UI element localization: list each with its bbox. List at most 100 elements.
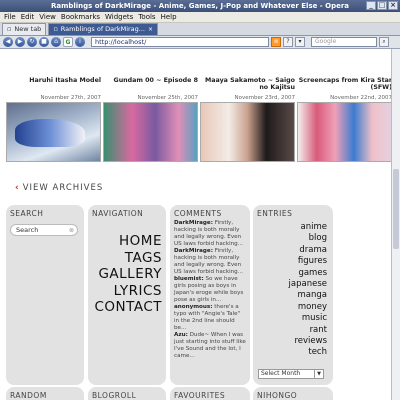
window-controls: _ □ × [366, 1, 398, 10]
maximize-icon[interactable]: □ [377, 1, 387, 10]
archive-month-select[interactable]: Select Month ▼ [258, 369, 324, 379]
category-music[interactable]: music [289, 313, 327, 324]
post-title[interactable]: Screencaps from Kira Star (SFW) [297, 77, 392, 94]
navigation-widget: NAVIGATION HOME TAGS GALLERY LYRICS CONT… [88, 205, 166, 385]
tab-label: New tab [14, 25, 42, 33]
page-icon: ▫ [7, 25, 12, 33]
category-blog[interactable]: blog [289, 233, 327, 244]
help-icon[interactable]: ? [283, 37, 293, 47]
search-engine-input[interactable]: Google [311, 37, 377, 47]
view-archives-link[interactable]: ‹ VIEW ARCHIVES [15, 183, 103, 193]
comments-list: DarkMirage: Firstly, hacking is both mor… [170, 218, 250, 362]
dropdown-icon[interactable]: ▾ [295, 37, 305, 47]
view-archives-label: VIEW ARCHIVES [22, 183, 104, 193]
stop-icon[interactable]: ■ [39, 37, 49, 47]
menu-bookmarks[interactable]: Bookmarks [61, 12, 100, 22]
vertical-scrollbar[interactable] [391, 49, 400, 400]
menu-widgets[interactable]: Widgets [105, 12, 133, 22]
page-icon: ▫ [53, 25, 58, 33]
comment-author[interactable]: anonymous: [174, 304, 212, 310]
category-rant[interactable]: rant [289, 325, 327, 336]
category-figures[interactable]: figures [289, 256, 327, 267]
menu-tools[interactable]: Tools [138, 12, 155, 22]
post-thumbnail[interactable] [103, 102, 198, 162]
tab-ramblings[interactable]: ▫ Ramblings of DarkMirag... × [48, 23, 159, 35]
post-title[interactable]: Maaya Sakamoto ~ Saigo no Kajitsu [200, 77, 295, 94]
nav-contact[interactable]: CONTACT [94, 299, 162, 316]
entries-list: anime blog drama figures games japanese … [289, 222, 327, 359]
comment-item[interactable]: bluemist: So we have girls posing as boy… [174, 276, 246, 304]
category-anime[interactable]: anime [289, 222, 327, 233]
comment-author[interactable]: Azu: [174, 332, 188, 338]
comment-author[interactable]: DarkMirage: [174, 248, 213, 254]
category-japanese[interactable]: japanese [289, 279, 327, 290]
tab-new[interactable]: ▫ New tab [2, 23, 47, 35]
rss-icon[interactable]: ≋ [271, 37, 281, 47]
tab-bar: ▫ New tab ▫ Ramblings of DarkMirag... × [0, 23, 400, 36]
entries-widget: ENTRIES anime blog drama figures games j… [253, 205, 333, 385]
favourites-heading: FAVOURITES [174, 391, 226, 400]
comment-author[interactable]: DarkMirage: [174, 220, 213, 226]
comments-widget: COMMENTS DarkMirage: Firstly, hacking is… [170, 205, 250, 385]
window-title: Ramblings of DarkMirage - Anime, Games, … [50, 2, 350, 10]
category-games[interactable]: games [289, 268, 327, 279]
recent-posts: Haruhi Itasha Model November 27th, 2007 … [6, 77, 396, 162]
comment-item[interactable]: DarkMirage: Firstly, hacking is both mor… [174, 248, 246, 276]
comments-heading: COMMENTS [174, 209, 222, 218]
post-thumbnail[interactable] [6, 102, 101, 162]
info-icon[interactable]: i [75, 37, 85, 47]
nav-gallery[interactable]: GALLERY [94, 266, 162, 283]
post-thumbnail[interactable] [200, 102, 295, 162]
menu-file[interactable]: File [4, 12, 16, 22]
nav-tags[interactable]: TAGS [94, 250, 162, 267]
search-input[interactable]: Search ⊗ [10, 224, 78, 236]
comment-item[interactable]: Azu: Dude~ When I was just starting into… [174, 332, 246, 360]
post-date: November 22nd, 2007 [330, 95, 392, 101]
search-go-icon[interactable]: ⌕ [379, 37, 389, 47]
category-money[interactable]: money [289, 302, 327, 313]
menu-edit[interactable]: Edit [21, 12, 35, 22]
reload-icon[interactable]: ↻ [27, 37, 37, 47]
menu-view[interactable]: View [39, 12, 56, 22]
post-date: November 23rd, 2007 [234, 95, 295, 101]
random-widget: RANDOM [6, 387, 84, 400]
post-item[interactable]: Screencaps from Kira Star (SFW) November… [297, 77, 392, 162]
menu-help[interactable]: Help [161, 12, 177, 22]
category-manga[interactable]: manga [289, 290, 327, 301]
category-drama[interactable]: drama [289, 245, 327, 256]
tab-close-icon[interactable]: × [148, 24, 153, 35]
home-icon[interactable]: ⌂ [51, 37, 61, 47]
web-page: Haruhi Itasha Model November 27th, 2007 … [0, 49, 400, 400]
comment-item[interactable]: DarkMirage: Firstly, hacking is both mor… [174, 220, 246, 248]
navigation-heading: NAVIGATION [92, 209, 144, 218]
close-icon[interactable]: × [388, 1, 398, 10]
post-title[interactable]: Gundam 00 ~ Episode 8 [103, 77, 198, 94]
post-item[interactable]: Haruhi Itasha Model November 27th, 2007 [6, 77, 101, 162]
window-titlebar: Ramblings of DarkMirage - Anime, Games, … [0, 0, 400, 12]
comment-item[interactable]: anonymous: there's a typo with "Angie's … [174, 304, 246, 332]
search-widget: SEARCH Search ⊗ [6, 205, 84, 385]
post-item[interactable]: Maaya Sakamoto ~ Saigo no Kajitsu Novemb… [200, 77, 295, 162]
scrollbar-thumb[interactable] [393, 169, 399, 249]
tab-label: Ramblings of DarkMirag... [60, 25, 145, 33]
nav-lyrics[interactable]: LYRICS [94, 283, 162, 300]
category-tech[interactable]: tech [289, 347, 327, 358]
blogroll-heading: BLOGROLL [92, 391, 137, 400]
clear-icon[interactable]: ⊗ [69, 226, 74, 236]
post-thumbnail[interactable] [297, 102, 392, 162]
nav-home[interactable]: HOME [94, 233, 162, 250]
post-item[interactable]: Gundam 00 ~ Episode 8 November 25th, 200… [103, 77, 198, 162]
search-heading: SEARCH [10, 209, 44, 218]
category-reviews[interactable]: reviews [289, 336, 327, 347]
comment-author[interactable]: bluemist: [174, 276, 204, 282]
minimize-icon[interactable]: _ [366, 1, 376, 10]
go-icon[interactable]: G [63, 37, 73, 47]
chevron-left-icon: ‹ [15, 183, 20, 193]
back-icon[interactable]: ◀ [3, 37, 13, 47]
url-input[interactable]: http://localhost/ [91, 37, 269, 47]
forward-icon[interactable]: ▶ [15, 37, 25, 47]
search-input-text: Search [16, 226, 39, 234]
post-date: November 25th, 2007 [137, 95, 199, 101]
menu-bar: File Edit View Bookmarks Widgets Tools H… [0, 12, 400, 23]
post-title[interactable]: Haruhi Itasha Model [6, 77, 101, 94]
